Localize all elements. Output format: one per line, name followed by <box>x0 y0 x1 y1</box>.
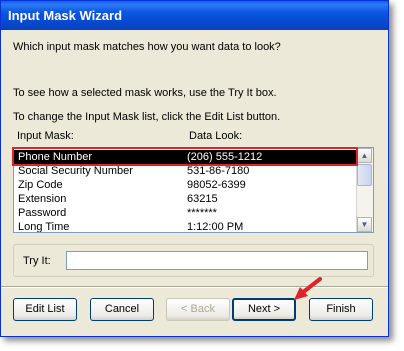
edit-list-button[interactable]: Edit List <box>13 298 77 321</box>
data-look-value: 98052-6399 <box>187 179 246 191</box>
window-title: Input Mask Wizard <box>8 8 123 23</box>
data-look-value: ******* <box>187 207 217 219</box>
edit-list-hint-text: To change the Input Mask list, click the… <box>13 111 281 123</box>
data-look-value: 531-86-7180 <box>187 165 250 177</box>
next-button-label: Next > <box>247 303 281 315</box>
question-text: Which input mask matches how you want da… <box>13 41 281 53</box>
mask-name: Extension <box>18 193 67 205</box>
list-item[interactable]: Zip Code 98052-6399 <box>14 178 357 192</box>
input-mask-wizard-dialog: Input Mask Wizard Which input mask match… <box>0 0 389 337</box>
scroll-down-button[interactable]: ▼ <box>357 217 372 232</box>
annotation-arrow-icon <box>294 277 322 300</box>
arrow-up-icon: ▲ <box>360 151 369 160</box>
try-it-input[interactable] <box>66 251 368 270</box>
next-button[interactable]: Next > <box>232 298 296 321</box>
scroll-thumb[interactable] <box>357 164 372 186</box>
mask-name: Social Security Number <box>18 165 133 177</box>
arrow-down-icon: ▼ <box>360 220 369 229</box>
input-mask-list[interactable]: Phone Number (206) 555-1212 Social Secur… <box>13 147 374 233</box>
try-it-hint-text: To see how a selected mask works, use th… <box>13 87 277 99</box>
back-button[interactable]: < Back <box>166 298 230 321</box>
cancel-button-label: Cancel <box>104 303 140 315</box>
list-scrollbar[interactable]: ▲ ▼ <box>356 148 373 232</box>
button-separator <box>1 286 388 288</box>
data-look-value: 1:12:00 PM <box>187 221 244 233</box>
data-look-value: 63215 <box>187 193 218 205</box>
try-it-label: Try It: <box>23 255 51 267</box>
list-item[interactable]: Social Security Number 531-86-7180 <box>14 164 357 178</box>
list-item[interactable]: Extension 63215 <box>14 192 357 206</box>
mask-name: Long Time <box>18 221 70 233</box>
data-look-column-header: Data Look: <box>189 130 243 142</box>
list-item[interactable]: Long Time 1:12:00 PM <box>14 220 357 233</box>
try-it-group: Try It: <box>13 244 374 277</box>
title-bar[interactable]: Input Mask Wizard <box>1 1 388 30</box>
list-item[interactable]: Password ******* <box>14 206 357 220</box>
back-button-label: < Back <box>181 303 215 315</box>
data-look-value: (206) 555-1212 <box>187 151 263 163</box>
list-item[interactable]: Phone Number (206) 555-1212 <box>14 150 357 164</box>
input-mask-column-header: Input Mask: <box>17 130 74 142</box>
mask-name: Zip Code <box>18 179 63 191</box>
finish-button-label: Finish <box>326 303 356 315</box>
mask-name: Phone Number <box>18 151 92 163</box>
edit-list-button-label: Edit List <box>25 303 65 315</box>
cancel-button[interactable]: Cancel <box>90 298 154 321</box>
mask-name: Password <box>18 207 67 219</box>
scroll-up-button[interactable]: ▲ <box>357 148 372 163</box>
